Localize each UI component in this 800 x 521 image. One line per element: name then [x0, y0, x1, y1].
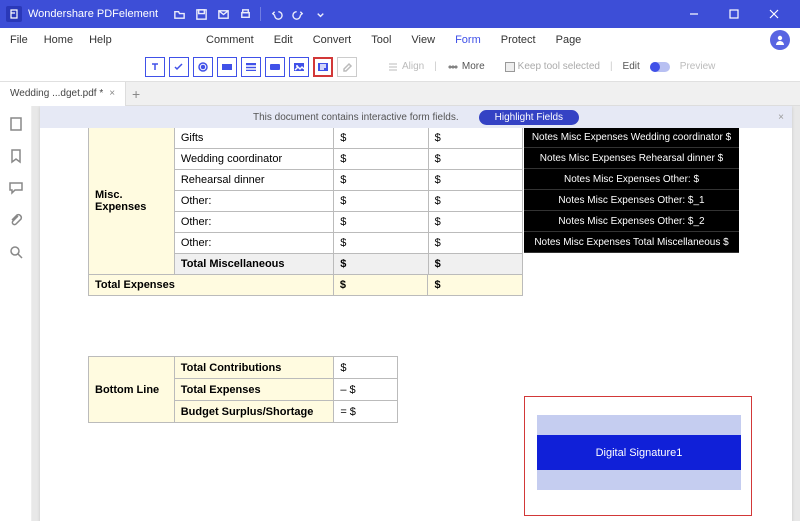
attachments-icon[interactable]	[8, 212, 24, 228]
more-tool[interactable]: More	[447, 61, 485, 73]
title-bar: Wondershare PDFelement	[0, 0, 800, 28]
search-icon[interactable]	[8, 244, 24, 260]
redo-icon[interactable]	[291, 7, 305, 21]
pdf-page: Transportation Notes Misc Expenses Trans…	[40, 106, 792, 521]
note-field[interactable]: Notes Misc Expenses Other: $_1	[524, 190, 739, 211]
highlight-fields-button[interactable]: Highlight Fields	[479, 110, 579, 125]
menu-protect[interactable]: Protect	[501, 34, 536, 46]
signature-field[interactable]: Digital Signature1	[537, 415, 741, 490]
save-icon[interactable]	[194, 7, 208, 21]
edit-mode[interactable]: Edit	[623, 61, 640, 72]
signature-tool[interactable]	[313, 57, 333, 77]
bookmarks-icon[interactable]	[8, 148, 24, 164]
table-row: Bottom LineTotal Contributions $	[89, 357, 398, 379]
comments-icon[interactable]	[8, 180, 24, 196]
open-icon[interactable]	[172, 7, 186, 21]
window-controls	[674, 0, 794, 28]
menu-page[interactable]: Page	[556, 34, 582, 46]
keep-tool-checkbox[interactable]: Keep tool selected	[505, 61, 600, 72]
quick-access	[172, 7, 327, 21]
note-field[interactable]: Notes Misc Expenses Rehearsal dinner $	[524, 148, 739, 169]
tab-title: Wedding ...dget.pdf *	[10, 88, 103, 99]
menu-comment[interactable]: Comment	[206, 34, 254, 46]
text-field-tool[interactable]	[145, 57, 165, 77]
note-field[interactable]: Notes Misc Expenses Other: $	[524, 169, 739, 190]
menu-tool[interactable]: Tool	[371, 34, 391, 46]
menu-view[interactable]: View	[411, 34, 435, 46]
app-title: Wondershare PDFelement	[28, 8, 158, 20]
mail-icon[interactable]	[216, 7, 230, 21]
misc-expenses-table: Misc. Expenses Gifts $ $ Wedding coordin…	[88, 127, 523, 275]
close-button[interactable]	[754, 0, 794, 28]
document-viewport[interactable]: This document contains interactive form …	[32, 106, 800, 521]
form-field-tools	[145, 57, 357, 77]
left-sidebar	[0, 106, 32, 521]
radio-tool[interactable]	[193, 57, 213, 77]
note-field[interactable]: Notes Misc Expenses Wedding coordinator …	[524, 127, 739, 148]
tab-close-icon[interactable]: ×	[109, 88, 115, 99]
divider	[260, 7, 261, 21]
note-field[interactable]: Notes Misc Expenses Total Miscellaneous …	[524, 232, 739, 253]
section-header: Misc. Expenses	[89, 128, 175, 275]
menu-bar: File Home Help Comment Edit Convert Tool…	[0, 28, 800, 52]
signature-label: Digital Signature1	[537, 435, 741, 470]
note-field[interactable]: Notes Misc Expenses Other: $_2	[524, 211, 739, 232]
total-expenses-table: Total Expenses$$	[88, 274, 523, 296]
menu-home[interactable]: Home	[44, 34, 73, 46]
table-row: Misc. Expenses Gifts $ $	[89, 128, 523, 149]
dropdown-icon[interactable]	[313, 7, 327, 21]
banner-close-icon[interactable]: ×	[778, 112, 784, 123]
bottom-line-table: Bottom LineTotal Contributions $ Total E…	[88, 356, 398, 423]
menu-file[interactable]: File	[10, 34, 28, 46]
document-tabs: Wedding ...dget.pdf * × +	[0, 82, 800, 106]
menu-form[interactable]: Form	[455, 34, 481, 46]
user-avatar[interactable]	[770, 30, 790, 50]
button-tool[interactable]	[265, 57, 285, 77]
thumbnails-icon[interactable]	[8, 116, 24, 132]
maximize-button[interactable]	[714, 0, 754, 28]
signature-field-selection[interactable]: Digital Signature1	[524, 396, 752, 516]
align-tool[interactable]: Align	[387, 61, 424, 73]
edit-preview-switch[interactable]	[650, 62, 670, 72]
form-fields-banner: This document contains interactive form …	[40, 106, 792, 128]
new-tab-button[interactable]: +	[126, 84, 146, 104]
image-tool[interactable]	[289, 57, 309, 77]
menu-convert[interactable]: Convert	[313, 34, 352, 46]
print-icon[interactable]	[238, 7, 252, 21]
undo-icon[interactable]	[269, 7, 283, 21]
combobox-tool[interactable]	[217, 57, 237, 77]
banner-text: This document contains interactive form …	[253, 112, 459, 123]
menu-help[interactable]: Help	[89, 34, 112, 46]
checkbox-tool[interactable]	[169, 57, 189, 77]
listbox-tool[interactable]	[241, 57, 261, 77]
form-toolbar: Align | More Keep tool selected | Edit P…	[0, 52, 800, 82]
eraser-tool[interactable]	[337, 57, 357, 77]
notes-column: Notes Misc Expenses Gifts $ Notes Misc E…	[524, 106, 739, 253]
menu-edit[interactable]: Edit	[274, 34, 293, 46]
table-row: Total Expenses$$	[89, 275, 523, 296]
app-logo	[6, 6, 22, 22]
minimize-button[interactable]	[674, 0, 714, 28]
preview-mode[interactable]: Preview	[680, 61, 716, 72]
document-tab[interactable]: Wedding ...dget.pdf * ×	[0, 82, 126, 106]
